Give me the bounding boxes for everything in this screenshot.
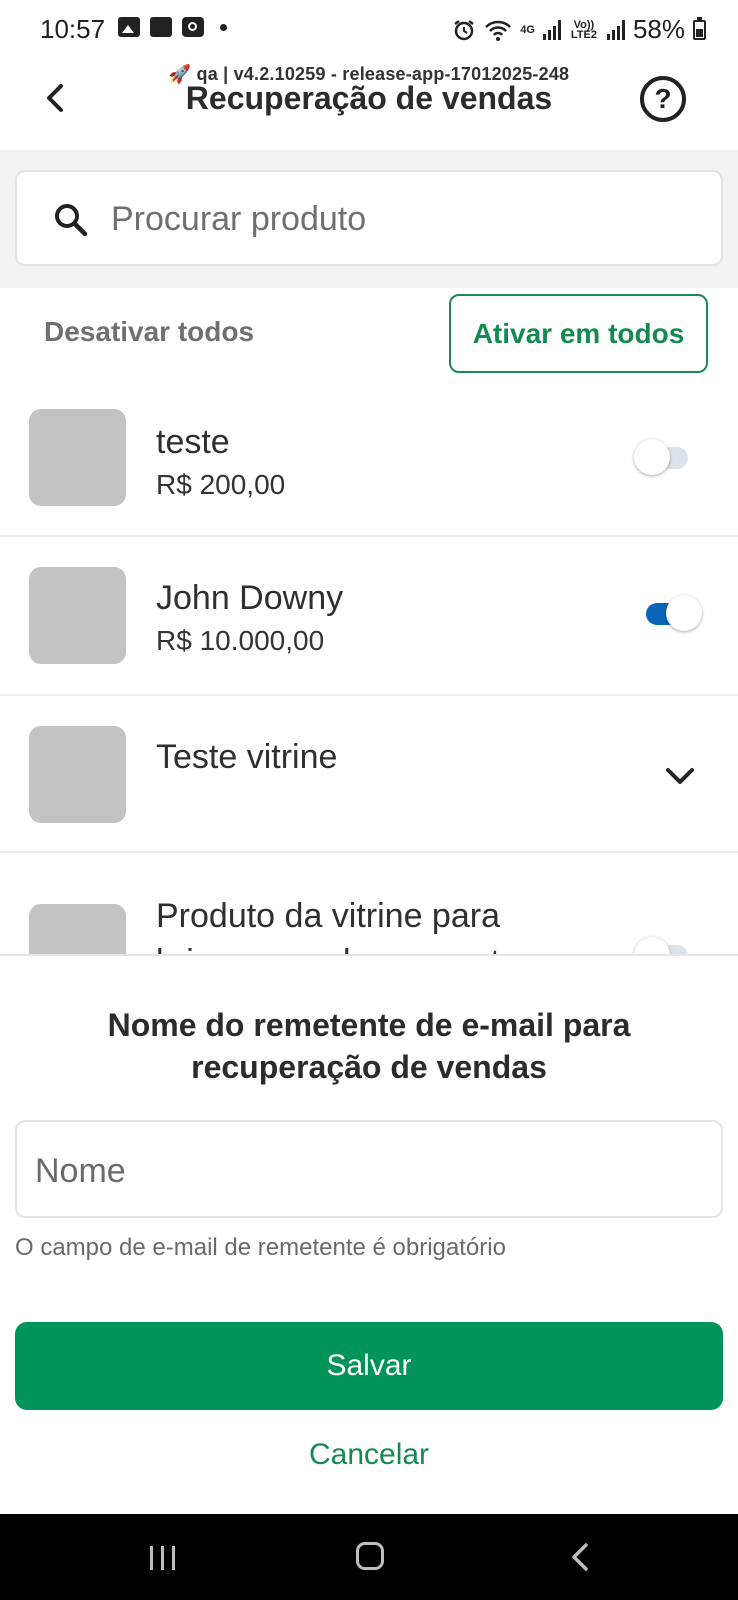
lte-label: Vo)) LTE2 — [570, 18, 597, 41]
cancel-button[interactable]: Cancelar — [0, 1438, 738, 1472]
product-price: R$ 200,00 — [156, 469, 286, 500]
product-toggle[interactable] — [634, 437, 706, 477]
nav-back-icon[interactable] — [566, 1540, 596, 1574]
system-nav-bar — [0, 1514, 738, 1600]
signal-icon — [542, 19, 561, 40]
sheet-title: Nome do remetente de e-mail para recuper… — [107, 1007, 631, 1085]
gallery-icon — [118, 17, 140, 37]
list-item[interactable]: Produto da vitrine para brincar com lanç… — [0, 853, 738, 954]
search-icon — [55, 204, 88, 237]
recent-apps-icon[interactable] — [150, 1546, 175, 1570]
home-icon[interactable] — [356, 1542, 384, 1570]
clock-app-icon — [182, 17, 204, 37]
product-price: R$ 10.000,00 — [156, 625, 325, 656]
alarm-icon — [454, 19, 475, 40]
battery-level: 58% — [632, 14, 685, 44]
help-button[interactable]: ? — [640, 76, 686, 122]
deactivate-all-button[interactable]: Desativar todos — [44, 316, 254, 348]
help-icon: ? — [654, 83, 672, 114]
notification-dot-icon — [220, 23, 227, 31]
status-time: 10:57 — [40, 14, 106, 44]
product-toggle[interactable] — [646, 593, 706, 633]
page-title: Recuperação de vendas — [185, 80, 553, 116]
product-name: John Downy — [156, 579, 344, 617]
activate-all-button[interactable]: Ativar em todos — [449, 294, 708, 373]
search-input[interactable]: Procurar produto — [15, 170, 723, 266]
network-type: 4G — [520, 23, 535, 36]
field-error-text: O campo de e-mail de remetente é obrigat… — [15, 1234, 506, 1261]
product-name: Teste vitrine — [156, 738, 338, 776]
battery-icon — [693, 16, 706, 40]
product-thumbnail — [29, 409, 126, 506]
search-area: Procurar produto — [0, 152, 738, 288]
search-placeholder: Procurar produto — [111, 200, 367, 238]
list-item[interactable]: teste R$ 200,00 — [0, 387, 738, 537]
sender-name-sheet: Nome do remetente de e-mail para recuper… — [0, 954, 738, 1514]
status-left-icons — [118, 17, 227, 37]
chevron-down-icon[interactable] — [662, 758, 698, 794]
list-item[interactable]: Teste vitrine — [0, 696, 738, 853]
sender-name-input[interactable]: Nome — [15, 1120, 723, 1218]
product-thumbnail — [29, 726, 126, 823]
save-button[interactable]: Salvar — [15, 1322, 723, 1410]
name-placeholder: Nome — [35, 1152, 126, 1190]
app-header: 🚀 qa | v4.2.10259 - release-app-17012025… — [0, 60, 738, 152]
wifi-icon — [485, 20, 512, 41]
list-item[interactable]: John Downy R$ 10.000,00 — [0, 537, 738, 696]
product-thumbnail — [29, 567, 126, 664]
product-thumbnail — [29, 904, 126, 954]
signal-icon-2 — [606, 19, 625, 40]
product-name: teste — [156, 423, 230, 461]
status-right-icons: 4G Vo)) LTE2 58% — [452, 14, 706, 45]
product-name: Produto da vitrine para brincar com lanç… — [156, 897, 519, 954]
caption-icon — [150, 17, 172, 37]
product-toggle[interactable] — [634, 935, 706, 954]
status-bar: 10:57 4G Vo)) LTE2 58% — [0, 0, 738, 60]
